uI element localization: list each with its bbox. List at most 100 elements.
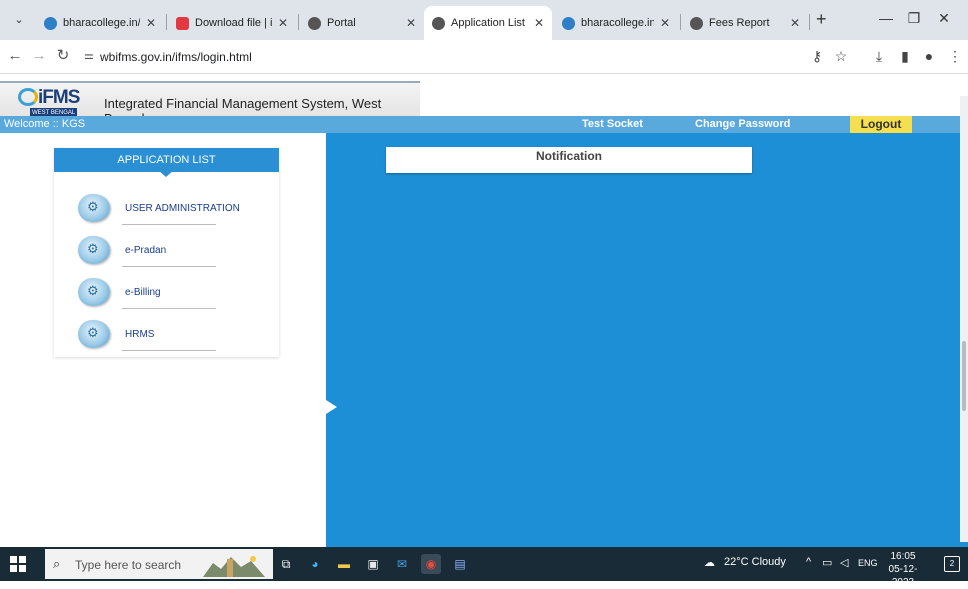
notification-title: Notification xyxy=(536,149,602,163)
language-indicator[interactable]: ENG xyxy=(858,558,878,568)
gear-app-icon[interactable]: ⚙ xyxy=(78,236,110,264)
browser-toolbar: ← → ↻ ⚌ wbifms.gov.in/ifms/login.html ⚷ … xyxy=(0,40,968,74)
weather-text[interactable]: 22°C Cloudy xyxy=(724,556,786,568)
gear-icon: ⚙ xyxy=(87,325,99,340)
bookmark-star-icon[interactable]: ☆ xyxy=(832,48,850,64)
tab-title: bharacollege.in/Ad xyxy=(63,17,140,29)
app-item-label[interactable]: e-Billing xyxy=(125,287,161,298)
app-item-label[interactable]: e-Pradan xyxy=(125,245,166,256)
address-url: wbifms.gov.in/ifms/login.html xyxy=(100,50,252,64)
tab-close-icon[interactable]: ✕ xyxy=(790,16,800,30)
page-scrollbar[interactable] xyxy=(960,96,968,542)
title-notch xyxy=(158,170,174,177)
application-list-panel: APPLICATION LIST ⚙ USER ADMINISTRATION ⚙… xyxy=(54,148,279,357)
network-icon[interactable]: ▭ xyxy=(822,556,832,569)
browser-tab-strip: ⌄ bharacollege.in/Ad ✕ Download file | i… xyxy=(0,0,968,40)
site-settings-icon[interactable]: ⚌ xyxy=(84,49,94,62)
tab-close-icon[interactable]: ✕ xyxy=(534,16,544,30)
tab-download-file[interactable]: Download file | iLo ✕ xyxy=(168,6,296,40)
logo-swirl-icon xyxy=(18,88,38,106)
tab-application-list[interactable]: Application List ✕ xyxy=(424,6,552,40)
taskbar-clock[interactable]: 16:05 05-12-2023 xyxy=(882,550,924,589)
change-password-link[interactable]: Change Password xyxy=(695,118,790,130)
tab-close-icon[interactable]: ✕ xyxy=(660,16,670,30)
tab-separator xyxy=(166,14,167,30)
clock-date: 05-12-2023 xyxy=(888,564,918,588)
tab-search-chevron-icon[interactable]: ⌄ xyxy=(10,11,28,29)
gear-app-icon[interactable]: ⚙ xyxy=(78,278,110,306)
gear-icon: ⚙ xyxy=(87,199,99,214)
app-icon[interactable]: ▤ xyxy=(450,554,470,574)
key-icon[interactable]: ⚷ xyxy=(808,48,826,64)
ifms-header: iFMS WEST BENGAL Integrated Financial Ma… xyxy=(0,81,420,126)
tab-bharacollege-ad[interactable]: bharacollege.in/Ad ✕ xyxy=(36,6,164,40)
page-content: iFMS WEST BENGAL Integrated Financial Ma… xyxy=(0,75,968,547)
windows-taskbar: ⌕ Type here to search ⧉ ◕ ▬ ▣ ✉ ◉ ▤ ☁ 22… xyxy=(0,547,968,588)
app-item-e-billing[interactable]: ⚙ e-Billing xyxy=(54,274,279,316)
application-list-title: APPLICATION LIST xyxy=(54,148,279,172)
profile-avatar-icon[interactable]: ● xyxy=(920,48,938,64)
welcome-text: Welcome :: KGS xyxy=(4,118,86,130)
window-close-icon[interactable]: ✕ xyxy=(934,10,954,27)
speaker-muted-icon[interactable]: ◁ xyxy=(840,556,848,569)
app-item-user-administration[interactable]: ⚙ USER ADMINISTRATION xyxy=(54,190,279,232)
notification-center-icon[interactable]: 2 xyxy=(944,556,960,572)
test-socket-link[interactable]: Test Socket xyxy=(582,118,643,130)
right-pane: Notification xyxy=(326,133,968,547)
tab-title: Portal xyxy=(327,17,356,29)
globe-favicon-icon xyxy=(432,16,445,30)
gear-app-icon[interactable]: ⚙ xyxy=(78,194,110,222)
edge-browser-icon[interactable]: ◕ xyxy=(305,554,325,574)
tray-chevron-icon[interactable]: ^ xyxy=(806,556,811,568)
collapse-arrow-icon[interactable] xyxy=(326,400,337,414)
forward-arrow-icon[interactable]: → xyxy=(30,48,48,64)
download-icon[interactable]: ⤓ xyxy=(870,48,888,64)
divider xyxy=(122,266,216,267)
tab-close-icon[interactable]: ✕ xyxy=(278,16,288,30)
divider xyxy=(122,350,216,351)
search-placeholder: Type here to search xyxy=(75,558,182,572)
search-icon: ⌕ xyxy=(53,556,61,571)
minimize-icon[interactable]: — xyxy=(876,10,896,26)
tab-fees-report[interactable]: Fees Report ✕ xyxy=(682,6,808,40)
file-explorer-icon[interactable]: ▬ xyxy=(334,554,354,574)
tab-bharacollege-fe[interactable]: bharacollege.in/Fe ✕ xyxy=(554,6,678,40)
store-icon[interactable]: ▣ xyxy=(363,554,383,574)
tab-title: Fees Report xyxy=(709,17,770,29)
back-arrow-icon[interactable]: ← xyxy=(6,48,24,64)
mail-icon[interactable]: ✉ xyxy=(392,554,412,574)
weather-icon[interactable]: ☁ xyxy=(704,556,715,569)
heart-favicon-icon xyxy=(176,16,189,30)
gear-app-icon[interactable]: ⚙ xyxy=(78,320,110,348)
tab-separator xyxy=(298,14,299,30)
new-tab-plus-icon[interactable]: + xyxy=(816,10,827,28)
app-item-hrms[interactable]: ⚙ HRMS xyxy=(54,316,279,358)
tab-portal[interactable]: Portal ✕ xyxy=(300,6,424,40)
divider xyxy=(122,308,216,309)
globe-favicon-icon xyxy=(690,16,703,30)
tab-close-icon[interactable]: ✕ xyxy=(146,16,156,30)
tab-title: Application List xyxy=(451,17,525,29)
side-panel-icon[interactable]: ▮ xyxy=(896,48,914,64)
address-bar[interactable]: ⚌ wbifms.gov.in/ifms/login.html xyxy=(78,44,838,70)
scrollbar-thumb[interactable] xyxy=(962,341,966,411)
app-item-e-pradan[interactable]: ⚙ e-Pradan xyxy=(54,232,279,274)
restore-icon[interactable]: ❐ xyxy=(904,10,924,27)
taskbar-search[interactable]: ⌕ Type here to search xyxy=(45,549,273,579)
gear-icon: ⚙ xyxy=(87,283,99,298)
app-item-label[interactable]: HRMS xyxy=(125,329,154,340)
more-menu-icon[interactable]: ⋮ xyxy=(946,48,964,64)
chrome-icon[interactable]: ◉ xyxy=(421,554,441,574)
globe-favicon-icon xyxy=(308,16,321,30)
reload-icon[interactable]: ↻ xyxy=(54,48,72,64)
gear-icon: ⚙ xyxy=(87,241,99,256)
divider xyxy=(122,224,216,225)
clock-time: 16:05 xyxy=(890,551,916,562)
tab-close-icon[interactable]: ✕ xyxy=(406,16,416,30)
app-item-label[interactable]: USER ADMINISTRATION xyxy=(125,203,240,214)
tab-title: bharacollege.in/Fe xyxy=(581,17,654,29)
logout-button[interactable]: Logout xyxy=(850,116,912,133)
task-view-icon[interactable]: ⧉ xyxy=(276,554,296,574)
left-pane: APPLICATION LIST ⚙ USER ADMINISTRATION ⚙… xyxy=(0,133,326,547)
windows-start-icon[interactable] xyxy=(10,556,26,572)
